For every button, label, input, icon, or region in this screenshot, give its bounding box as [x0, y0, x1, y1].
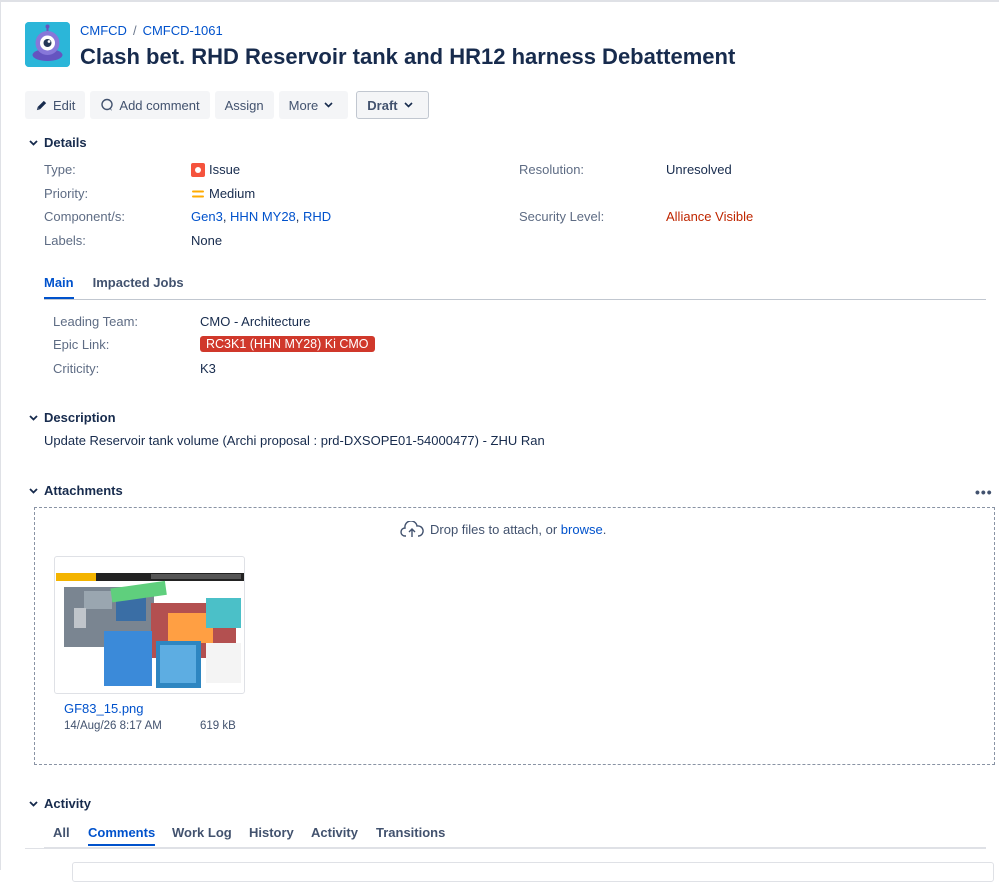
cloud-upload-icon — [400, 521, 424, 537]
breadcrumb-separator: / — [132, 23, 137, 38]
security-level-value: Alliance Visible — [666, 209, 754, 224]
type-value-text: Issue — [209, 162, 241, 177]
activity-tab-activity[interactable]: Activity — [311, 825, 358, 840]
resolution-value: Unresolved — [666, 162, 732, 177]
add-comment-button[interactable]: Add comment — [90, 91, 210, 119]
priority-label: Priority: — [44, 186, 89, 201]
labels-label: Labels: — [44, 233, 86, 248]
priority-value-text: Medium — [209, 186, 256, 201]
security-level-label: Security Level: — [519, 209, 605, 224]
more-button[interactable]: More — [278, 91, 349, 119]
chevron-down-icon — [26, 484, 40, 498]
labels-value: None — [191, 233, 223, 248]
more-button-label: More — [288, 97, 319, 113]
attachments-section-toggle[interactable]: Attachments — [26, 483, 123, 498]
components-value: Gen3, HHN MY28, RHD — [191, 209, 331, 224]
window-left-border — [0, 0, 1, 870]
priority-medium-icon — [192, 190, 204, 197]
attachment-size: 619 kB — [200, 720, 236, 732]
assign-button-label: Assign — [224, 97, 264, 113]
attachment-preview-image — [56, 573, 244, 688]
breadcrumb: CMFCD / CMFCD-1061 — [80, 23, 223, 38]
details-tabs: Main Impacted Jobs — [44, 275, 986, 300]
chevron-down-icon — [404, 102, 413, 108]
activity-tab-comments[interactable]: Comments — [88, 825, 156, 846]
issue-toolbar: Edit Add comment Assign More Draft — [25, 91, 434, 119]
activity-heading: Activity — [44, 796, 91, 811]
attachment-filename-link[interactable]: GF83_15.png — [64, 701, 144, 716]
chevron-down-icon — [26, 411, 40, 425]
criticity-label: Criticity: — [53, 361, 100, 376]
attachments-heading: Attachments — [44, 483, 123, 498]
priority-value: Medium — [191, 186, 255, 201]
pencil-icon — [36, 100, 47, 110]
resolution-label: Resolution: — [519, 162, 585, 177]
component-link[interactable]: HHN MY28 — [230, 209, 296, 224]
breadcrumb-issue-link[interactable]: CMFCD-1061 — [143, 23, 223, 38]
window-top-border — [0, 0, 999, 2]
leading-team-value: CMO - Architecture — [200, 314, 311, 329]
attachment-thumbnail[interactable] — [54, 556, 245, 694]
divider — [25, 848, 74, 849]
description-text[interactable]: Update Reservoir tank volume (Archi prop… — [44, 433, 545, 448]
edit-button-label: Edit — [53, 97, 76, 113]
comment-icon — [101, 98, 114, 111]
drop-text-suffix: . — [602, 522, 607, 537]
type-label: Type: — [44, 162, 76, 177]
chevron-down-icon — [26, 797, 40, 811]
assign-button[interactable]: Assign — [214, 91, 274, 119]
edit-button[interactable]: Edit — [25, 91, 86, 119]
activity-tab-all[interactable]: All — [53, 825, 70, 840]
chevron-down-icon — [324, 102, 333, 108]
activity-tabs: All Comments Work Log History Activity T… — [44, 823, 986, 849]
components-label: Component/s: — [44, 209, 125, 224]
description-heading: Description — [44, 410, 116, 425]
component-link[interactable]: Gen3 — [191, 209, 223, 224]
more-icon[interactable]: ••• — [975, 484, 993, 500]
details-section-toggle[interactable]: Details — [26, 135, 87, 150]
project-avatar-icon[interactable] — [25, 22, 70, 67]
details-heading: Details — [44, 135, 87, 150]
tab-impacted-jobs[interactable]: Impacted Jobs — [93, 275, 184, 297]
browse-link[interactable]: browse — [561, 522, 603, 537]
component-separator: , — [295, 209, 304, 224]
issue-type-icon — [191, 162, 205, 177]
breadcrumb-project-link[interactable]: CMFCD — [80, 23, 127, 38]
type-value: Issue — [191, 162, 240, 177]
drop-message: Drop files to attach, or browse. — [400, 521, 606, 538]
chevron-down-icon — [26, 136, 40, 150]
tab-main[interactable]: Main — [44, 275, 74, 299]
comment-list-item[interactable] — [72, 862, 994, 882]
activity-section-toggle[interactable]: Activity — [26, 796, 91, 811]
leading-team-label: Leading Team: — [53, 314, 139, 329]
activity-tab-history[interactable]: History — [249, 825, 294, 840]
epic-link-label: Epic Link: — [53, 337, 110, 352]
status-button-label: Draft — [367, 97, 398, 113]
add-comment-button-label: Add comment — [119, 97, 200, 113]
component-separator: , — [222, 209, 231, 224]
workflow-status-button[interactable]: Draft — [356, 91, 429, 119]
component-link[interactable]: RHD — [303, 209, 331, 224]
activity-tab-work-log[interactable]: Work Log — [172, 825, 232, 840]
attachment-date: 14/Aug/26 8:17 AM — [64, 720, 162, 732]
drop-text: Drop files to attach, or — [430, 522, 561, 537]
page-title: Clash bet. RHD Reservoir tank and HR12 h… — [80, 44, 736, 69]
criticity-value: K3 — [200, 361, 216, 376]
epic-link-value: RC3K1 (HHN MY28) Ki CMO — [200, 336, 375, 352]
description-section-toggle[interactable]: Description — [26, 410, 116, 425]
activity-tab-transitions[interactable]: Transitions — [376, 825, 445, 840]
epic-link-lozenge[interactable]: RC3K1 (HHN MY28) Ki CMO — [200, 336, 375, 352]
